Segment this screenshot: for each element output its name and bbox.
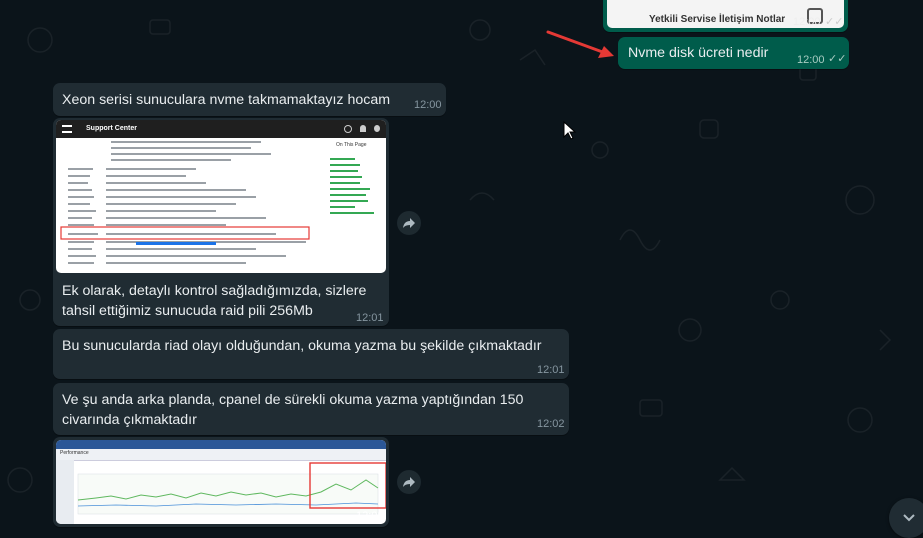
incoming-image-message[interactable]: Support Center On This Page Ek olarak, d… bbox=[53, 118, 389, 326]
message-text-line-1: Ek olarak, detaylı kontrol sağladığımızd… bbox=[62, 283, 367, 299]
chevron-down-icon bbox=[903, 514, 915, 522]
outgoing-text-message[interactable]: Nvme disk ücreti nedir 12:00 ✓✓ bbox=[618, 37, 849, 69]
incoming-text-message[interactable]: Xeon serisi sunuculara nvme takmamaktayı… bbox=[53, 83, 446, 116]
message-text-line-2: civarında çıkmaktadır bbox=[62, 412, 197, 428]
message-text: Bu sunucularda riad olayı olduğundan, ok… bbox=[62, 338, 542, 354]
incoming-image-message[interactable]: Performance 12:02 bbox=[53, 437, 389, 527]
forward-arrow-icon[interactable] bbox=[397, 470, 421, 494]
message-time: 12:02 bbox=[356, 510, 384, 522]
performance-graph bbox=[56, 460, 386, 524]
user-icon bbox=[374, 125, 380, 132]
image-caption-text: Yetkili Servise İletişim Notlar bbox=[649, 14, 786, 25]
scroll-to-bottom-button[interactable] bbox=[889, 498, 923, 538]
bell-icon bbox=[360, 125, 366, 132]
incoming-text-message[interactable]: Ve şu anda arka planda, cpanel de sürekl… bbox=[53, 383, 569, 435]
message-text-line-1: Ve şu anda arka planda, cpanel de sürekl… bbox=[62, 392, 524, 408]
message-time: 12:01 bbox=[356, 312, 384, 324]
message-image-thumbnail[interactable]: Performance bbox=[56, 440, 386, 524]
image-sidebar-title: On This Page bbox=[336, 142, 367, 148]
outgoing-image-message[interactable]: Yetkili Servise İletişim Notlar 12:00 ✓✓ bbox=[603, 0, 848, 32]
message-text: Xeon serisi sunuculara nvme takmamaktayı… bbox=[62, 92, 391, 108]
image-titlebar bbox=[56, 440, 386, 449]
forward-arrow-icon[interactable] bbox=[397, 211, 421, 235]
double-check-icon: ✓✓ bbox=[828, 53, 847, 65]
search-icon bbox=[344, 125, 352, 133]
message-text: Nvme disk ücreti nedir bbox=[628, 45, 769, 61]
mouse-cursor-icon bbox=[563, 121, 577, 140]
image-tab-performance: Performance bbox=[60, 450, 89, 456]
message-text-line-2: tahsil ettiğimiz sunucuda raid pili 256M… bbox=[62, 303, 313, 319]
menu-icon bbox=[62, 125, 72, 133]
message-time: 12:01 bbox=[537, 364, 565, 376]
message-time: 12:00 bbox=[414, 99, 442, 111]
message-time: 12:00 bbox=[793, 16, 821, 28]
document-content bbox=[60, 141, 374, 264]
image-header-title: Support Center bbox=[86, 125, 137, 132]
image-app-header: Support Center bbox=[56, 120, 386, 138]
message-time: 12:02 bbox=[537, 418, 565, 430]
double-check-icon: ✓✓ bbox=[825, 16, 844, 28]
incoming-text-message[interactable]: Bu sunucularda riad olayı olduğundan, ok… bbox=[53, 329, 569, 379]
message-time: 12:00 bbox=[797, 54, 825, 66]
message-image-thumbnail[interactable]: Support Center On This Page bbox=[56, 120, 386, 273]
